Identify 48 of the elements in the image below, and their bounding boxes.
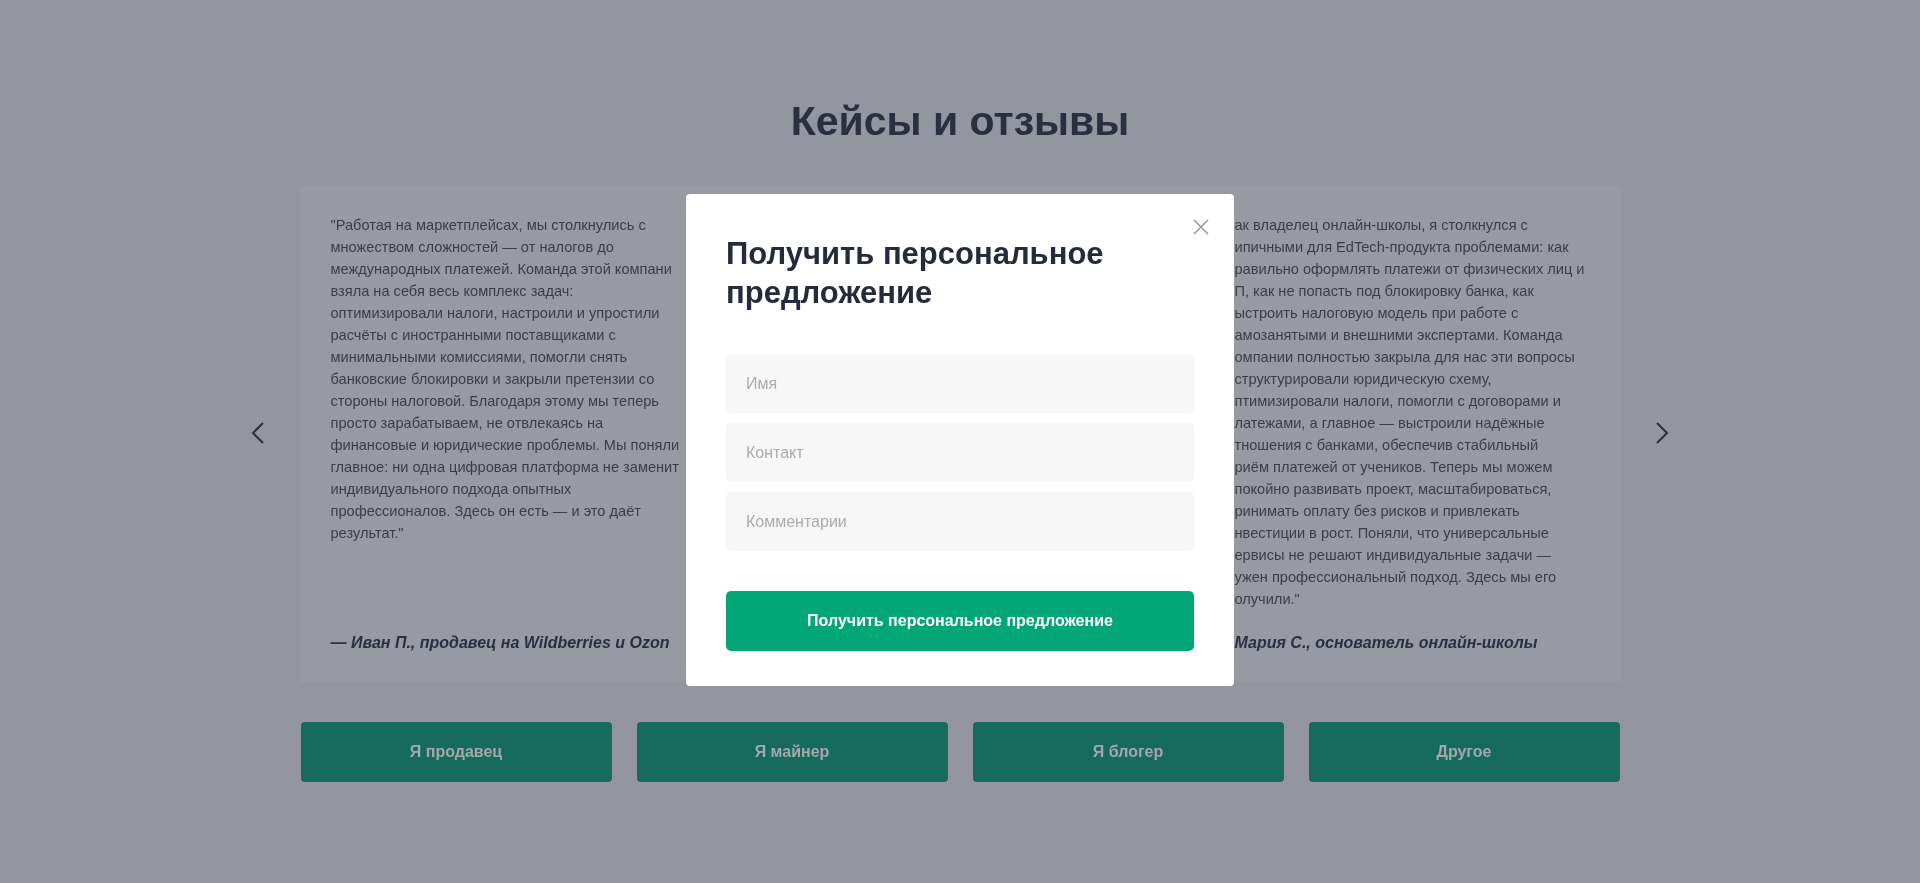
testimonial-text-line: тношения с банками, обеспечив стабильный [1234, 436, 1539, 455]
testimonial-text-line: международных платежей. Команда этой компани [330, 260, 672, 279]
testimonial-text-line: равильно оформлять платежи от физических лиц и [1234, 260, 1585, 279]
testimonial-text-line: амозанятыми и внешними экспертами. Команда [1234, 326, 1563, 345]
testimonial-text-line: индивидуального подхода опытных [330, 480, 572, 499]
testimonial-text-line: "Работая на маркетплейсах, мы столкнулись с [330, 216, 646, 235]
category-button[interactable]: Я блогер [972, 722, 1284, 782]
testimonial-text-line: структурировали юридическую схему, [1234, 370, 1492, 389]
close-icon[interactable] [1193, 219, 1209, 235]
testimonial-text-line: ипичными для EdTech-продукта проблемами: как [1234, 238, 1569, 257]
testimonial-text-line: банковские блокировки и закрыли претензии со [330, 370, 655, 389]
testimonial-author: — Иван П., продавец на Wildberries и Ozon [330, 634, 670, 652]
section-title: Кейсы и отзывы [790, 98, 1130, 146]
testimonial-author: Мария С., основатель онлайн-школы [1234, 634, 1538, 652]
chevron-right-icon[interactable] [1655, 422, 1669, 444]
category-button[interactable]: Я продавец [300, 722, 612, 782]
testimonial-text-line: риём платежей от учеников. Теперь мы можем [1234, 458, 1553, 477]
testimonial-text-line: нвестиции в рост. Поняли, что универсальные [1234, 524, 1549, 543]
modal-title: Получить персональное предложение [726, 235, 1105, 312]
testimonial-text-line: результат." [330, 524, 404, 543]
testimonial-text-line: ыстроить налоговую модель при работе с [1234, 304, 1519, 323]
testimonial-text-line: расчёты с иностранными поставщиками с [330, 326, 616, 345]
input-field[interactable]: Имя [726, 354, 1194, 413]
testimonial-text-line: ужен профессиональный подход. Здесь мы его [1234, 568, 1557, 587]
testimonial-text-line: ервисы не решают индивидуальные задачи — [1234, 546, 1552, 565]
category-button[interactable]: Другое [1308, 722, 1620, 782]
testimonial-text-line: олучили." [1234, 590, 1300, 609]
testimonial-text-line: финансовые и юридические проблемы. Мы поняли [330, 436, 680, 455]
testimonial-text-line: омпании полностью закрыла для нас эти вопросы [1234, 348, 1575, 367]
testimonial-text-line: множеством сложностей — от налогов до [330, 238, 614, 257]
testimonial-text-line: ринимать оплату без рисков и привлекать [1234, 502, 1520, 521]
testimonial-text-line: П, как не попасть под блокировку банка, как [1234, 282, 1534, 301]
testimonial-text-line: просто зарабатываем, не отвлекаясь на [330, 414, 604, 433]
testimonial-text-line: оптимизировали налоги, настроили и упростили [330, 304, 660, 323]
testimonial-text-line: профессионалов. Здесь он есть — и это даёт [330, 502, 641, 521]
submit-button[interactable]: Получить персональное предложение [726, 591, 1194, 651]
input-field[interactable]: Комментарии [726, 492, 1194, 551]
testimonial-text-line: ак владелец онлайн-школы, я столкнулся с [1234, 216, 1528, 235]
testimonial-text-line: птимизировали налоги, помогли с договорами и [1234, 392, 1561, 411]
testimonial-text-line: минимальными комиссиями, помогли снять [330, 348, 628, 367]
testimonial-text-line: латежами, а главное — выстроили надёжные [1234, 414, 1545, 433]
testimonial-text-line: главное: ни одна цифровая платформа не заменит [330, 458, 679, 477]
chevron-left-icon[interactable] [251, 422, 265, 444]
testimonial-text-line: взяла на себя весь комплекс задач: [330, 282, 574, 301]
category-button[interactable]: Я майнер [636, 722, 948, 782]
testimonial-text-line: стороны налоговой. Благодаря этому мы теперь [330, 392, 659, 411]
input-field[interactable]: Контакт [726, 423, 1194, 482]
testimonial-text-line: покойно развивать проект, масштабироваться, [1234, 480, 1552, 499]
